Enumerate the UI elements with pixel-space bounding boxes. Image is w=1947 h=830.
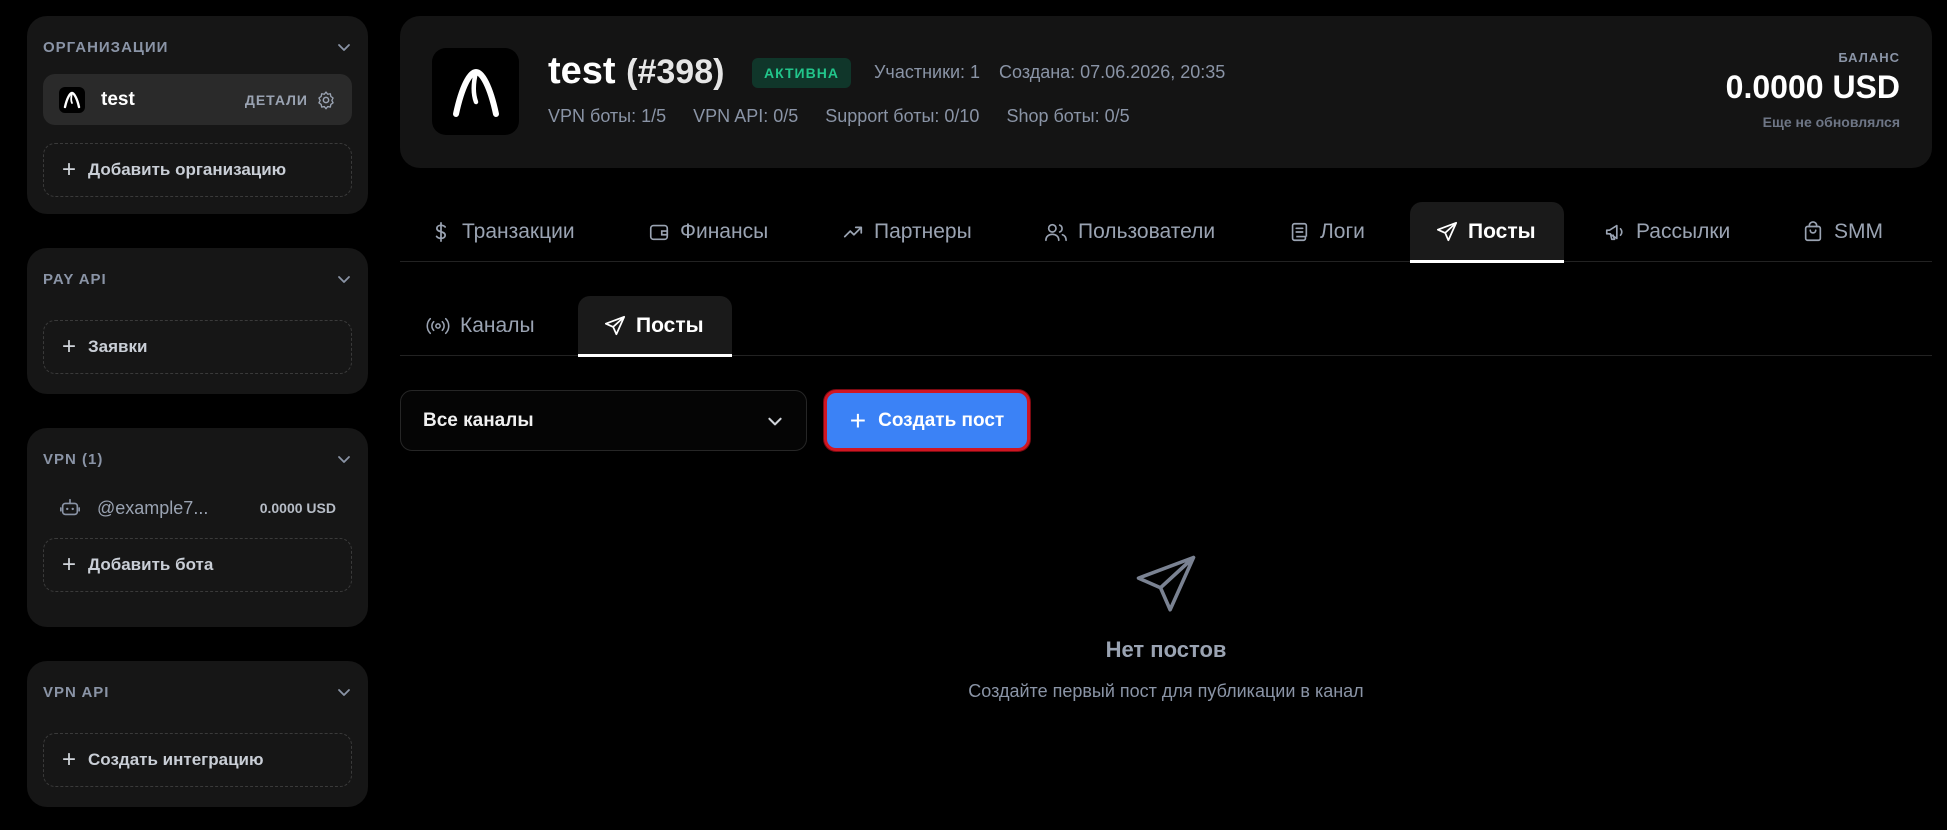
tab-smm[interactable]: SMM <box>1776 202 1909 261</box>
tab-partners[interactable]: Партнеры <box>816 202 998 261</box>
org-item-test[interactable]: test ДЕТАЛИ <box>43 74 352 125</box>
users-icon <box>1044 221 1068 243</box>
create-post-button[interactable]: + Создать пост <box>824 390 1030 451</box>
posts-subtabs: Каналы Посты <box>400 296 1932 357</box>
add-organization-button[interactable]: + Добавить организацию <box>43 143 352 197</box>
vpn-api-panel: VPN API + Создать интеграцию <box>27 661 368 807</box>
org-title-name: test <box>548 50 616 92</box>
org-title-id: (#398) <box>626 53 725 91</box>
balance-block: БАЛАНС 0.0000 USD Еще не обновлялся <box>1726 50 1900 130</box>
requests-button[interactable]: + Заявки <box>43 320 352 374</box>
org-logo-icon <box>432 48 519 135</box>
plus-icon: + <box>62 333 77 360</box>
organizations-panel: ОРГАНИЗАЦИИ test ДЕТАЛИ + Добавить орган… <box>27 16 368 214</box>
create-integration-label: Создать интеграцию <box>88 750 264 769</box>
chevron-down-icon[interactable] <box>336 684 352 700</box>
organizations-title: ОРГАНИЗАЦИИ <box>43 38 169 56</box>
subtab-posts[interactable]: Посты <box>578 296 732 357</box>
empty-state-title: Нет постов <box>1105 637 1227 662</box>
send-icon <box>1436 221 1458 243</box>
vpn-header[interactable]: VPN (1) <box>43 444 352 474</box>
app-root: ОРГАНИЗАЦИИ test ДЕТАЛИ + Добавить орган… <box>0 0 1947 830</box>
participants-count: Участники: 1 <box>874 62 981 82</box>
vpn-bots-limit: VPN боты: 1/5 <box>548 106 667 126</box>
add-bot-button[interactable]: + Добавить бота <box>43 538 352 592</box>
wallet-icon <box>648 221 670 243</box>
bot-name: @example7... <box>97 497 209 518</box>
shop-bots-limit: Shop боты: 0/5 <box>1006 106 1130 126</box>
tab-label: Финансы <box>680 219 769 243</box>
org-header-card: test (#398) АКТИВНА Участники: 1 Создана… <box>400 16 1932 168</box>
pay-api-title: PAY API <box>43 270 107 288</box>
scroll-icon <box>1288 221 1310 243</box>
main-tabs: Транзакции Финансы Партнеры Пользователи… <box>400 202 1932 263</box>
chevron-down-icon[interactable] <box>336 39 352 55</box>
chevron-down-icon[interactable] <box>336 271 352 287</box>
requests-label: Заявки <box>88 337 148 356</box>
bot-item[interactable]: @example7... 0.0000 USD <box>43 488 352 528</box>
support-bots-limit: Support боты: 0/10 <box>825 106 980 126</box>
send-icon <box>1133 552 1199 618</box>
tab-finances[interactable]: Финансы <box>622 202 794 261</box>
status-badge: АКТИВНА <box>752 58 851 88</box>
channel-select-value: Все каналы <box>423 409 534 431</box>
vpn-api-header[interactable]: VPN API <box>43 677 352 707</box>
vpn-api-limit: VPN API: 0/5 <box>693 106 799 126</box>
bot-balance: 0.0000 USD <box>259 500 336 516</box>
empty-state-subtitle: Создайте первый пост для публикации в ка… <box>968 681 1364 701</box>
created-date: Создана: 07.06.2026, 20:35 <box>999 62 1226 82</box>
tab-label: Транзакции <box>462 219 575 243</box>
tab-label: Рассылки <box>1636 219 1731 243</box>
balance-value: 0.0000 USD <box>1725 69 1900 105</box>
empty-state: Нет постов Создайте первый пост для публ… <box>400 552 1932 702</box>
add-organization-label: Добавить организацию <box>88 160 287 179</box>
balance-label: БАЛАНС <box>1838 50 1900 65</box>
org-logo-icon <box>59 86 85 113</box>
tab-label: Партнеры <box>874 219 972 243</box>
plus-icon: + <box>62 551 77 578</box>
channel-select[interactable]: Все каналы <box>400 390 807 451</box>
vpn-api-title: VPN API <box>43 683 110 701</box>
vpn-panel: VPN (1) @example7... 0.0000 USD + Добави… <box>27 428 368 627</box>
gear-icon[interactable] <box>316 90 336 110</box>
bot-icon <box>59 497 81 519</box>
sidebar: ОРГАНИЗАЦИИ test ДЕТАЛИ + Добавить орган… <box>27 16 368 807</box>
tab-mailings[interactable]: Рассылки <box>1578 202 1756 261</box>
chevron-down-icon[interactable] <box>336 451 352 467</box>
tab-label: Посты <box>1468 219 1536 243</box>
vpn-title: VPN (1) <box>43 450 104 468</box>
tab-posts[interactable]: Посты <box>1410 202 1564 263</box>
balance-note: Еще не обновлялся <box>1762 114 1900 130</box>
tab-transactions[interactable]: Транзакции <box>404 202 601 261</box>
tab-label: Логи <box>1320 219 1365 243</box>
add-bot-label: Добавить бота <box>88 555 214 574</box>
chevron-down-icon <box>766 412 784 430</box>
pay-api-header[interactable]: PAY API <box>43 264 352 294</box>
dollar-icon <box>430 221 452 243</box>
pay-api-panel: PAY API + Заявки <box>27 248 368 394</box>
subtab-channels[interactable]: Каналы <box>400 296 561 355</box>
create-post-label: Создать пост <box>878 409 1005 431</box>
org-details-link[interactable]: ДЕТАЛИ <box>245 92 308 108</box>
org-limits: VPN боты: 1/5 VPN API: 0/5 Support боты:… <box>548 106 1152 127</box>
subtab-label: Каналы <box>460 313 535 337</box>
org-meta-top: Участники: 1 Создана: 07.06.2026, 20:35 <box>874 62 1239 83</box>
create-integration-button[interactable]: + Создать интеграцию <box>43 733 352 787</box>
tab-logs[interactable]: Логи <box>1262 202 1391 261</box>
organizations-header[interactable]: ОРГАНИЗАЦИИ <box>43 32 352 62</box>
shopping-bag-icon <box>1802 220 1824 243</box>
broadcast-icon <box>426 316 450 336</box>
plus-icon: + <box>849 404 867 436</box>
tab-label: Пользователи <box>1078 219 1216 243</box>
tab-users[interactable]: Пользователи <box>1018 202 1241 261</box>
send-icon <box>604 315 626 337</box>
trending-up-icon <box>842 221 864 243</box>
plus-icon: + <box>62 156 77 183</box>
org-name: test <box>101 88 135 110</box>
page-title: test (#398) <box>548 50 724 93</box>
subtab-label: Посты <box>636 313 704 337</box>
plus-icon: + <box>62 746 77 773</box>
megaphone-icon <box>1604 221 1626 243</box>
tab-label: SMM <box>1834 219 1883 243</box>
